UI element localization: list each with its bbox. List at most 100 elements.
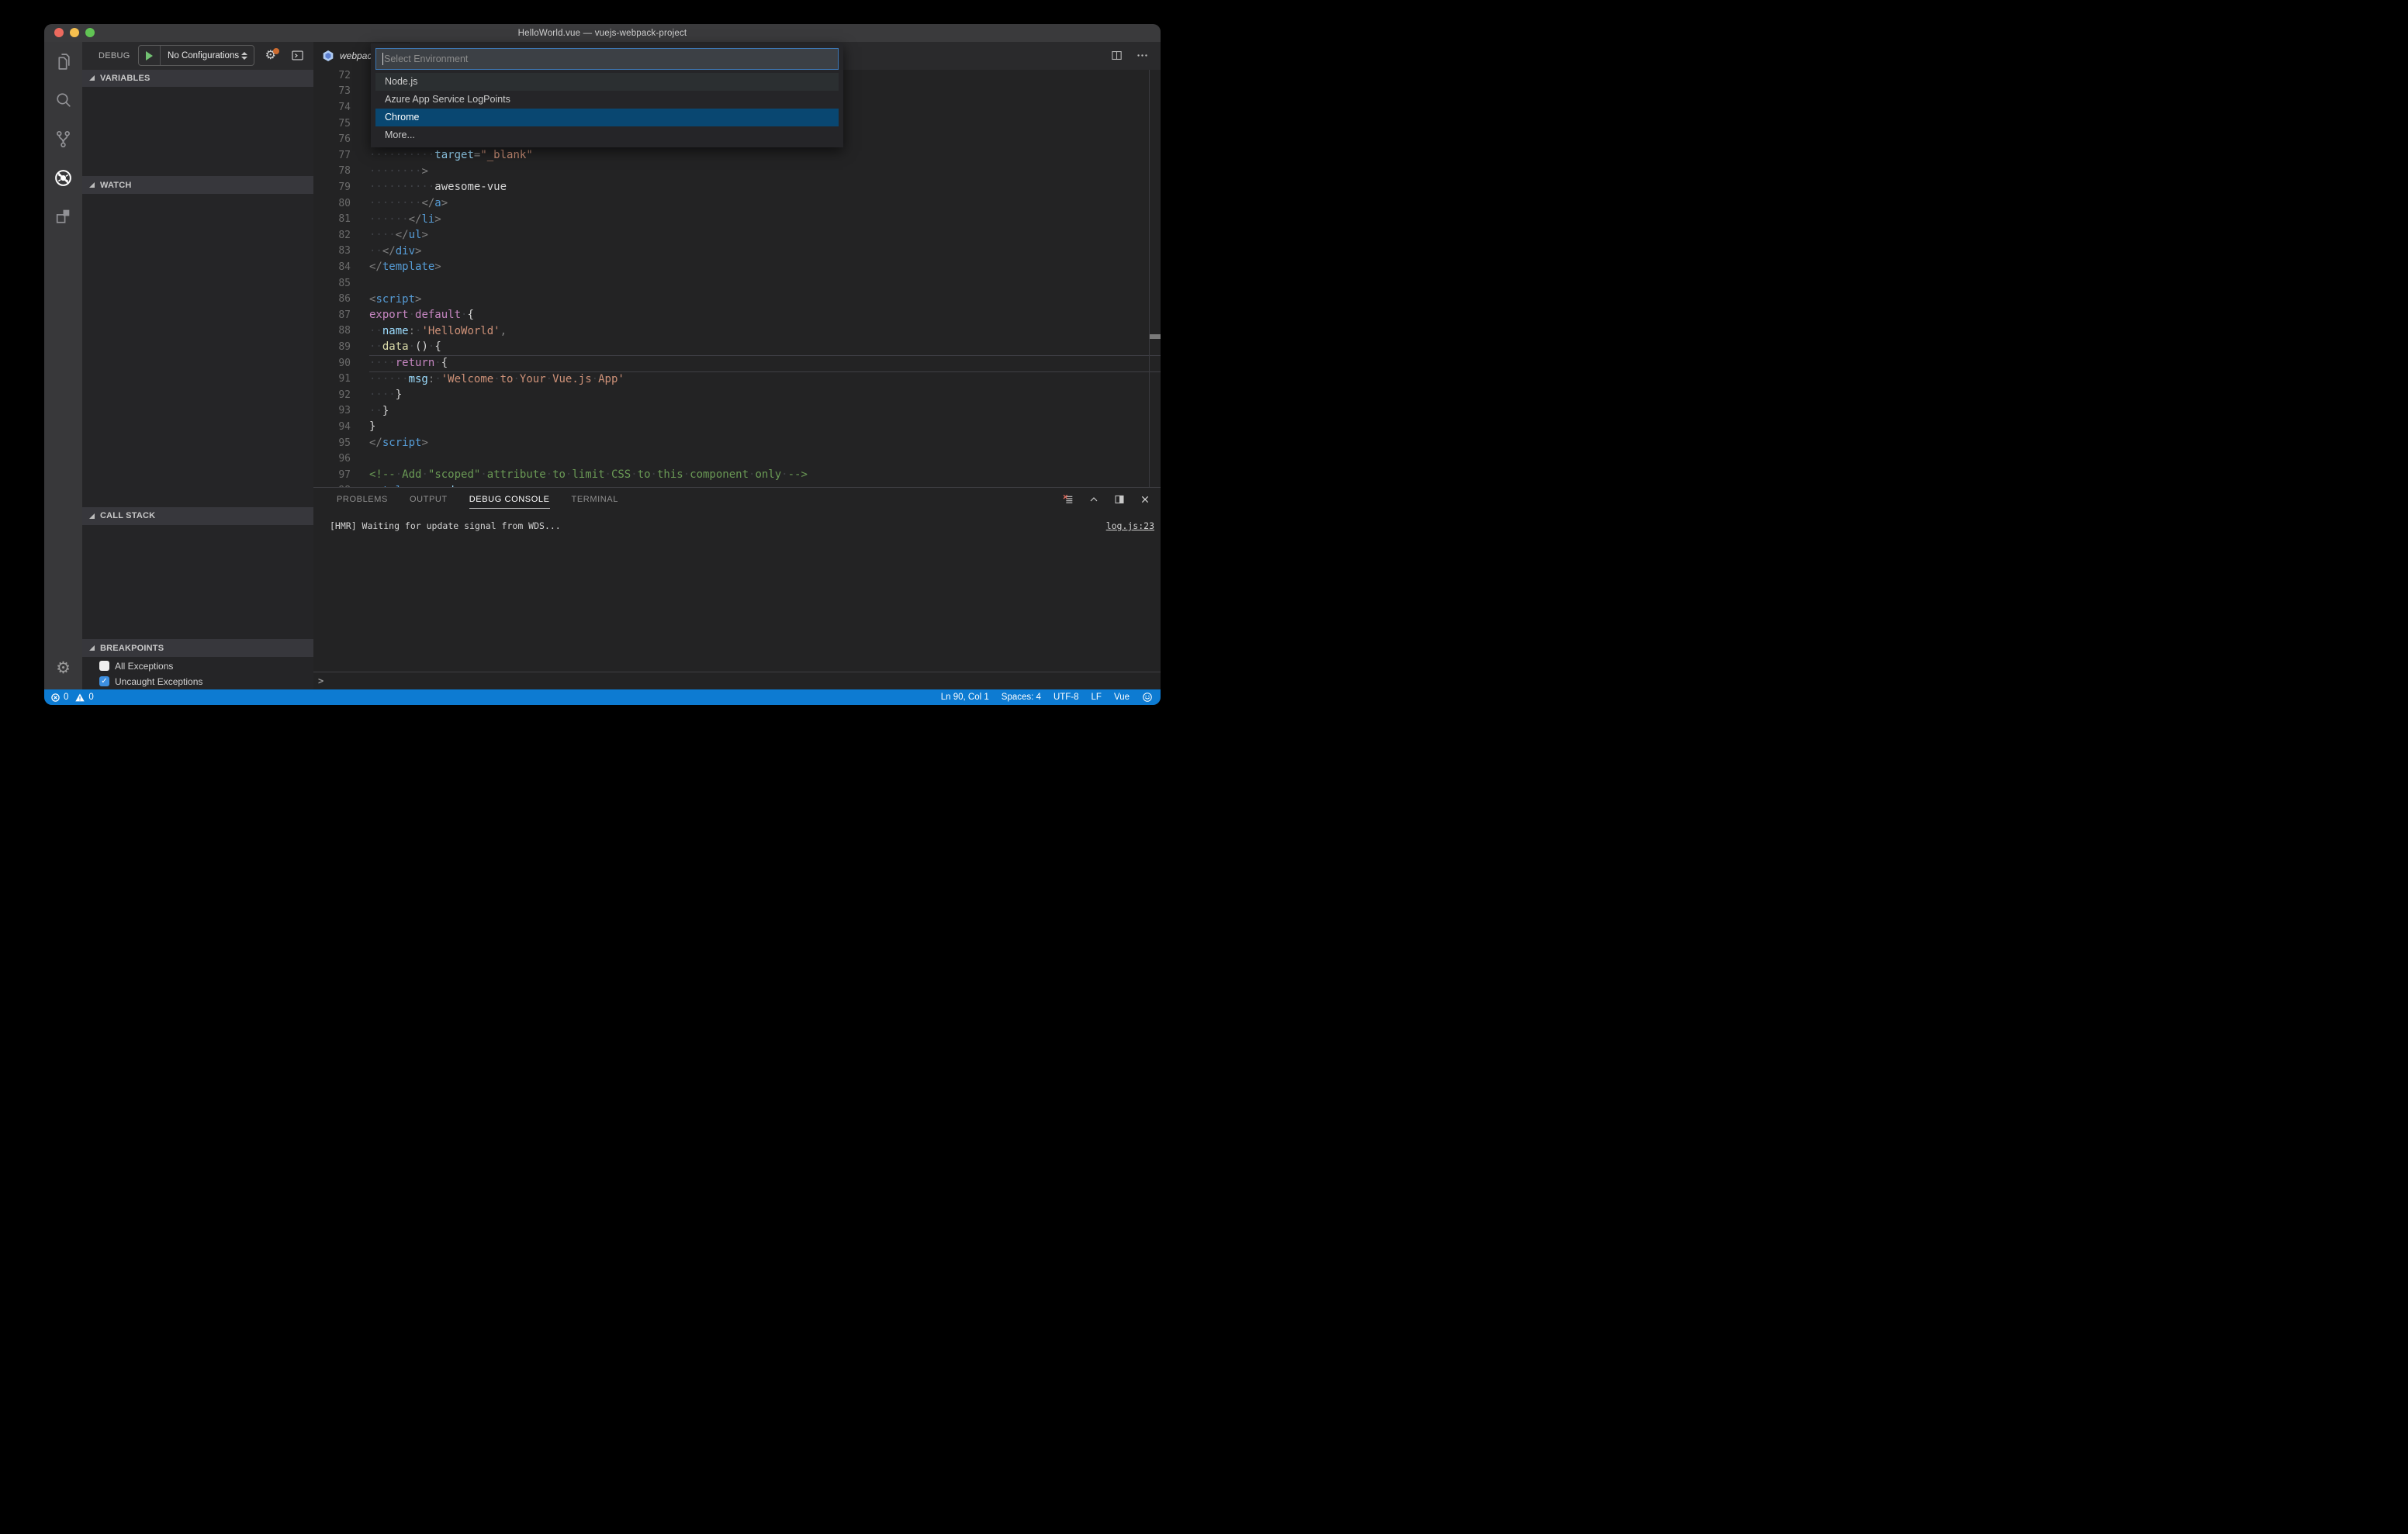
panel-tab-terminal[interactable]: TERMINAL xyxy=(572,495,618,504)
status-item[interactable]: Ln 90, Col 1 xyxy=(941,693,989,702)
zoom-window-button[interactable] xyxy=(85,28,95,37)
sidebar-item-extensions[interactable] xyxy=(44,197,82,236)
checkbox-checked[interactable]: ✓ xyxy=(99,676,109,687)
console-source-link[interactable]: log.js:23 xyxy=(1106,520,1154,531)
sidebar-item-explorer[interactable] xyxy=(44,42,82,81)
line-number: 89 xyxy=(338,340,351,353)
code-line-87[interactable]: 87 export·default·{ xyxy=(313,307,1161,323)
debug-console-content: [HMR] Waiting for update signal from WDS… xyxy=(313,511,1161,649)
overview-ruler xyxy=(1149,69,1150,488)
line-number: 91 xyxy=(338,373,351,385)
debug-icon xyxy=(55,169,71,186)
line-number: 83 xyxy=(338,245,351,257)
code-line-79[interactable]: 79 ··········awesome-vue xyxy=(313,179,1161,195)
sidebar-item-search[interactable] xyxy=(44,81,82,119)
line-number: 84 xyxy=(338,261,351,273)
sidebar-item-debug[interactable] xyxy=(44,158,82,197)
quick-pick-item[interactable]: Chrome xyxy=(375,109,839,126)
section-header-watch[interactable]: WATCH xyxy=(82,176,313,195)
quick-pick-item[interactable]: Azure App Service LogPoints xyxy=(375,91,839,109)
code-line-89[interactable]: 89 ··data·()·{ xyxy=(313,339,1161,355)
configure-button[interactable]: ⚙ xyxy=(265,47,279,62)
debug-console-input[interactable]: > xyxy=(313,672,1161,689)
code-line-81[interactable]: 81 ······</li> xyxy=(313,211,1161,227)
code-line-78[interactable]: 78 ········> xyxy=(313,164,1161,180)
open-debug-console-button[interactable] xyxy=(290,49,305,62)
breakpoint-item[interactable]: ✓ Uncaught Exceptions xyxy=(82,674,313,689)
quick-pick-input-box[interactable] xyxy=(375,48,839,70)
line-number: 92 xyxy=(338,389,351,401)
code-line-77[interactable]: 77 ··········target="_blank" xyxy=(313,147,1161,164)
quick-pick-input[interactable] xyxy=(376,49,838,69)
line-number: 72 xyxy=(338,69,351,81)
status-item[interactable]: LF xyxy=(1092,693,1102,702)
breakpoint-label: Uncaught Exceptions xyxy=(115,675,203,687)
split-editor-icon[interactable] xyxy=(1110,49,1123,62)
code-text: ······msg:·'Welcome·to·Your·Vue.js·App' xyxy=(369,372,624,385)
breakpoint-item[interactable]: All Exceptions xyxy=(82,658,313,674)
code-line-94[interactable]: 94} xyxy=(313,419,1161,435)
code-line-80[interactable]: 80 ········</a> xyxy=(313,195,1161,212)
code-line-83[interactable]: 83 ··</div> xyxy=(313,244,1161,260)
status-item[interactable]: UTF-8 xyxy=(1054,693,1079,702)
panel-tab-problems[interactable]: PROBLEMS xyxy=(337,495,388,504)
maximize-panel-icon[interactable] xyxy=(1088,493,1100,506)
close-window-button[interactable] xyxy=(54,28,64,37)
line-number: 94 xyxy=(338,420,351,433)
console-output-line: [HMR] Waiting for update signal from WDS… xyxy=(330,520,561,532)
configuration-select[interactable]: No Configurations xyxy=(161,51,239,60)
close-panel-icon[interactable] xyxy=(1139,493,1151,506)
variables-body xyxy=(82,86,313,177)
more-actions-icon[interactable] xyxy=(1136,49,1149,62)
code-text: ··········target="_blank" xyxy=(369,149,533,162)
code-line-84[interactable]: 84 </template> xyxy=(313,259,1161,275)
code-text: ··} xyxy=(369,404,389,417)
checkbox-unchecked[interactable] xyxy=(99,661,109,672)
panel-actions xyxy=(1062,493,1151,506)
debug-console-icon xyxy=(292,50,303,60)
status-item[interactable]: Spaces: 4 xyxy=(1002,693,1041,702)
code-line-90[interactable]: 90 ····return·{ xyxy=(313,355,1161,371)
quick-pick-list: Node.js Azure App Service LogPoints Chrome… xyxy=(375,73,839,144)
code-line-92[interactable]: 92 ····} xyxy=(313,387,1161,403)
code-line-91[interactable]: 91 ······msg:·'Welcome·to·Your·Vue.js·App… xyxy=(313,371,1161,387)
scrollbar-thumb[interactable] xyxy=(1150,333,1161,339)
code-text: </template> xyxy=(369,261,441,274)
status-item[interactable]: Vue xyxy=(1114,693,1130,702)
section-title: VARIABLES xyxy=(100,73,150,83)
split-panel-icon[interactable] xyxy=(1113,493,1126,506)
clear-console-icon[interactable] xyxy=(1062,493,1074,506)
panel-tab-output[interactable]: OUTPUT xyxy=(410,495,448,504)
manage-button[interactable]: ⚙ xyxy=(44,652,82,683)
problems-status[interactable]: 0 0 xyxy=(50,693,94,703)
sidebar-item-source-control[interactable] xyxy=(44,119,82,158)
configure-badge xyxy=(272,47,279,54)
section-header-breakpoints[interactable]: BREAKPOINTS xyxy=(82,639,313,657)
code-line-85[interactable]: 85 xyxy=(313,275,1161,292)
start-debug-button[interactable] xyxy=(139,46,161,66)
panel-tab-debug-console[interactable]: DEBUG CONSOLE xyxy=(469,495,550,509)
chevron-expanded-icon xyxy=(89,182,95,188)
code-text: export·default·{ xyxy=(369,309,474,322)
code-line-96[interactable]: 96 xyxy=(313,451,1161,467)
code-line-97[interactable]: 97 <!--·Add·"scoped"·attribute·to·limit·C… xyxy=(313,467,1161,483)
code-line-93[interactable]: 93 ··} xyxy=(313,403,1161,420)
code-line-95[interactable]: 95 </script> xyxy=(313,435,1161,451)
code-line-88[interactable]: 88 ··name:·'HelloWorld', xyxy=(313,323,1161,340)
code-line-86[interactable]: 86 <script> xyxy=(313,291,1161,307)
quick-pick-item[interactable]: Node.js xyxy=(375,73,839,91)
line-number: 96 xyxy=(338,453,351,465)
line-number: 95 xyxy=(338,437,351,449)
line-number: 73 xyxy=(338,85,351,98)
code-text: ····</ul> xyxy=(369,229,428,242)
minimize-window-button[interactable] xyxy=(70,28,79,37)
section-header-call-stack[interactable]: CALL STACK xyxy=(82,506,313,525)
quick-pick-item[interactable]: More... xyxy=(375,126,839,144)
breakpoint-label: All Exceptions xyxy=(115,660,174,672)
line-number: 88 xyxy=(338,325,351,337)
code-text: ··data·()·{ xyxy=(369,340,441,354)
section-header-variables[interactable]: VARIABLES xyxy=(82,69,313,87)
code-line-82[interactable]: 82 ····</ul> xyxy=(313,227,1161,244)
feedback-smiley-icon[interactable] xyxy=(1142,692,1153,703)
play-icon xyxy=(145,50,153,60)
